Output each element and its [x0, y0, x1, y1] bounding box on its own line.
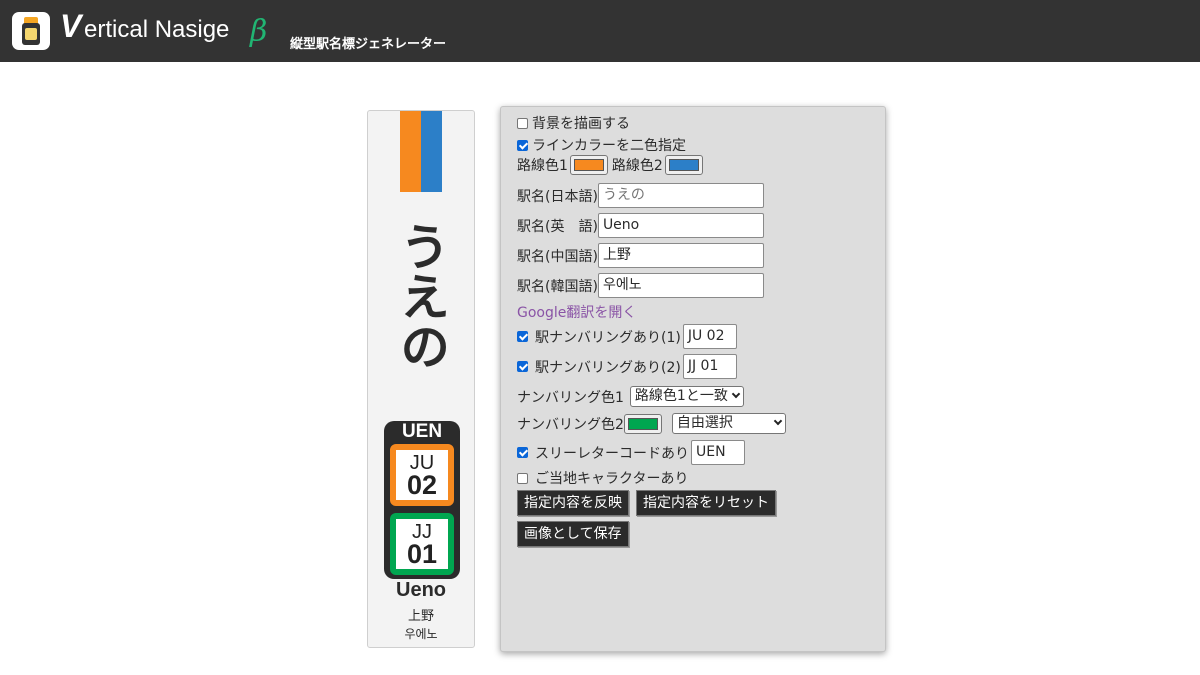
- numbering-2-number: 01: [406, 539, 438, 569]
- chevron-down-icon: [731, 389, 741, 399]
- chevron-down-icon: [773, 416, 783, 426]
- google-translate-link[interactable]: Google翻訳を開く: [517, 302, 636, 322]
- save-image-button[interactable]: 画像として保存: [517, 521, 629, 547]
- two-color-label[interactable]: ラインカラーを二色指定: [532, 135, 686, 155]
- numbering-block: UEN JU 02 JJ 01: [384, 421, 460, 579]
- name-kr-row: 駅名(韓国語) 우에노: [517, 273, 764, 298]
- local-character-checkbox[interactable]: [517, 472, 528, 484]
- numbering-badge-1: JU 02: [390, 444, 454, 506]
- sign-name-jp: うえの: [392, 221, 450, 371]
- save-button-row: 画像として保存: [517, 521, 629, 547]
- numbering-2-label[interactable]: 駅ナンバリングあり(2): [535, 357, 681, 377]
- signboard-logo-icon[interactable]: [12, 12, 50, 50]
- numbering-2-checkbox[interactable]: [517, 361, 528, 372]
- name-cn-row: 駅名(中国語) 上野: [517, 243, 764, 268]
- brand-initial: V: [60, 8, 82, 44]
- sign-name-kr: 우에노: [404, 627, 438, 641]
- numbering-color-2-row: ナンバリング色2 自由選択: [517, 413, 786, 434]
- numbering-color-1-row: ナンバリング色1 路線色1と一致: [517, 386, 744, 407]
- local-character-label[interactable]: ご当地キャラクターあり: [535, 468, 688, 488]
- name-en-input[interactable]: Ueno: [597, 213, 764, 238]
- local-character-row: ご当地キャラクターあり: [517, 468, 688, 488]
- name-jp-row: 駅名(日本語) うえの: [517, 183, 764, 208]
- numbering-1-input[interactable]: JU 02: [682, 324, 737, 349]
- numbering-color-2-picker[interactable]: [623, 413, 662, 434]
- numbering-badge-2: JJ 01: [390, 513, 454, 575]
- name-jp-input[interactable]: うえの: [597, 183, 764, 208]
- line-color-1-label: 路線色1: [517, 158, 568, 174]
- line-color-bar-2: [421, 111, 442, 192]
- sign-name-en: Ueno: [396, 579, 446, 601]
- draw-background-option[interactable]: 背景を描画する: [517, 113, 630, 133]
- line-color-1-picker[interactable]: [569, 155, 608, 175]
- three-letter-label[interactable]: スリーレターコードあり: [535, 443, 689, 463]
- numbering-color-1-select[interactable]: 路線色1と一致: [629, 386, 744, 407]
- three-letter-code: UEN: [401, 421, 443, 442]
- two-color-checkbox[interactable]: [517, 139, 528, 151]
- line-color-row: 路線色1 路線色2: [517, 155, 707, 175]
- app-subtitle: 縦型駅名標ジェネレーター: [290, 37, 447, 52]
- draw-background-checkbox[interactable]: [517, 117, 528, 129]
- numbering-color-1-selected: 路線色1と一致: [634, 388, 728, 404]
- draw-background-label[interactable]: 背景を描画する: [532, 113, 630, 133]
- numbering-1-row: 駅ナンバリングあり(1) JU 02: [517, 324, 737, 349]
- line-color-bar-1: [400, 111, 421, 192]
- brand-name: ertical Nasige: [84, 16, 230, 43]
- numbering-1-label[interactable]: 駅ナンバリングあり(1): [535, 327, 681, 347]
- name-kr-input[interactable]: 우에노: [597, 273, 764, 298]
- line-color-2-label: 路線色2: [611, 158, 663, 174]
- line-color-2-picker[interactable]: [664, 155, 703, 175]
- two-color-option[interactable]: ラインカラーを二色指定: [517, 135, 686, 155]
- name-en-label: 駅名(英 語): [517, 218, 598, 235]
- app-header: V ertical Nasige β 縦型駅名標ジェネレーター: [0, 0, 1200, 62]
- three-letter-input[interactable]: UEN: [691, 440, 745, 465]
- name-jp-label: 駅名(日本語): [517, 188, 598, 205]
- station-sign-preview: うえの UEN JU 02 JJ 01 Ueno 上野 우에노: [367, 110, 475, 648]
- settings-panel: 背景を描画する ラインカラーを二色指定 路線色1 路線色2 駅名(日本語) うえ…: [500, 106, 886, 652]
- numbering-color-1-label: ナンバリング色1: [517, 389, 624, 406]
- numbering-color-2-select[interactable]: 自由選択: [671, 413, 786, 434]
- google-translate-row: Google翻訳を開く: [517, 302, 636, 322]
- numbering-2-row: 駅ナンバリングあり(2) JJ 01: [517, 354, 737, 379]
- name-kr-label: 駅名(韓国語): [517, 278, 598, 295]
- numbering-color-2-selected: 自由選択: [676, 415, 733, 431]
- numbering-1-checkbox[interactable]: [517, 331, 528, 342]
- sign-name-cn: 上野: [407, 609, 434, 624]
- name-cn-input[interactable]: 上野: [597, 243, 764, 268]
- three-letter-checkbox[interactable]: [517, 447, 528, 458]
- name-en-row: 駅名(英 語) Ueno: [517, 213, 764, 238]
- reset-button[interactable]: 指定内容をリセット: [636, 490, 776, 516]
- action-buttons-row: 指定内容を反映 指定内容をリセット: [517, 490, 776, 516]
- name-cn-label: 駅名(中国語): [517, 248, 598, 265]
- numbering-1-number: 02: [406, 470, 438, 500]
- numbering-color-2-label: ナンバリング色2: [517, 416, 624, 433]
- beta-mark: β: [250, 14, 268, 49]
- numbering-2-input[interactable]: JJ 01: [682, 354, 737, 379]
- apply-button[interactable]: 指定内容を反映: [517, 490, 629, 516]
- three-letter-row: スリーレターコードあり UEN: [517, 440, 745, 465]
